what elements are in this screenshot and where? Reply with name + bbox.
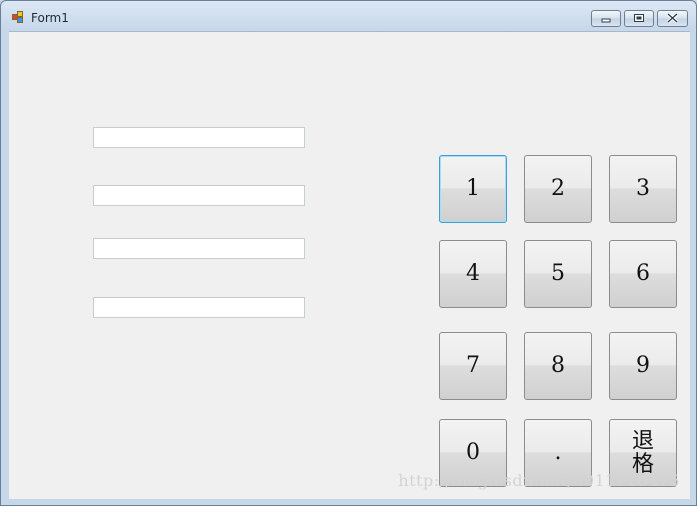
key-4-label: 4 — [440, 262, 506, 285]
close-button[interactable] — [657, 10, 688, 27]
key-2-label: 2 — [525, 177, 591, 200]
key-9-label: 9 — [610, 354, 676, 377]
key-5-button[interactable]: 5 — [524, 240, 592, 308]
key-decimal-label: . — [525, 441, 591, 464]
key-8-label: 8 — [525, 354, 591, 377]
text-input-1[interactable] — [93, 127, 305, 148]
watermark-text: http://blog.csdn.net/u011710475 — [398, 471, 680, 490]
key-5-label: 5 — [525, 262, 591, 285]
text-input-3[interactable] — [93, 238, 305, 259]
close-icon — [658, 11, 687, 26]
form-client-area: 1 2 3 4 5 6 7 8 9 0 . — [9, 31, 690, 499]
app-window: Form1 1 2 3 — [0, 0, 697, 506]
key-0-label: 0 — [440, 441, 506, 464]
key-3-label: 3 — [610, 177, 676, 200]
key-1-label: 1 — [440, 177, 506, 200]
windows-form-icon — [12, 11, 25, 23]
key-2-button[interactable]: 2 — [524, 155, 592, 223]
text-input-2[interactable] — [93, 185, 305, 206]
backspace-label: 退 格 — [610, 430, 676, 476]
key-9-button[interactable]: 9 — [609, 332, 677, 400]
maximize-button[interactable] — [624, 10, 654, 27]
key-3-button[interactable]: 3 — [609, 155, 677, 223]
key-7-label: 7 — [440, 354, 506, 377]
title-bar[interactable]: Form1 — [1, 1, 696, 31]
key-1-button[interactable]: 1 — [439, 155, 507, 223]
text-input-4[interactable] — [93, 297, 305, 318]
key-4-button[interactable]: 4 — [439, 240, 507, 308]
key-8-button[interactable]: 8 — [524, 332, 592, 400]
minimize-button[interactable] — [591, 10, 621, 27]
minimize-icon — [592, 11, 620, 26]
key-6-label: 6 — [610, 262, 676, 285]
key-6-button[interactable]: 6 — [609, 240, 677, 308]
maximize-icon — [625, 11, 653, 26]
key-7-button[interactable]: 7 — [439, 332, 507, 400]
window-title: Form1 — [31, 11, 69, 25]
